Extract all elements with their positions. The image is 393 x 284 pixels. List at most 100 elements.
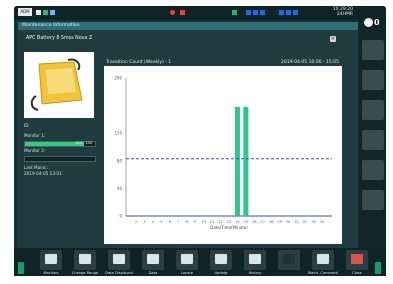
x-tick-label: 10 [201, 220, 205, 224]
locate-icon [181, 254, 193, 264]
bottom-button-label: Change Range [71, 271, 99, 275]
last-maint-value: 2019-04-05 13:01 [24, 171, 62, 176]
alarm-icon [180, 10, 185, 15]
clock: 10:29:20 24HMR [333, 7, 353, 17]
y-tick-label: 120 [114, 131, 122, 136]
x-tick-label: 2 [135, 220, 137, 224]
status-blue-2-icon [253, 10, 258, 15]
x-tick-label: 13 [227, 220, 231, 224]
close-icon [351, 254, 363, 264]
clock-sub: 24HMR [336, 12, 353, 17]
bottom-button-label: History [248, 271, 262, 275]
user-badge: ADM [18, 8, 32, 16]
status-green-icon [232, 10, 237, 15]
monitor1-label: Monitor 1: [24, 133, 46, 138]
bottom-button-6[interactable] [210, 250, 232, 270]
blank-icon [283, 254, 295, 264]
x-tick-label: 11 [210, 220, 214, 224]
side-button-6[interactable] [362, 190, 384, 210]
bottom-button-7[interactable] [244, 250, 266, 270]
history-icon [249, 254, 261, 264]
nav-right-button[interactable] [375, 262, 381, 274]
side-button-3[interactable] [362, 100, 384, 120]
x-tick-label: 16 [252, 220, 256, 224]
x-tick-label: 19 [278, 220, 282, 224]
machine-icon [45, 254, 57, 264]
battery-illustration [24, 52, 94, 118]
bottom-button-label: Data Displayed [105, 271, 133, 275]
status-blue-3-icon [260, 10, 265, 15]
window-titlebar: Maintenance Information [18, 22, 358, 30]
alarm-counter-button[interactable]: 0 [362, 16, 388, 34]
x-tick-label: 17 [261, 220, 265, 224]
side-button-4[interactable] [362, 130, 384, 150]
item-label: ID [24, 123, 29, 128]
side-button-5[interactable] [362, 160, 384, 180]
bottom-button-5[interactable] [176, 250, 198, 270]
chart-time-range: 2019-04-05 10:00 - 15:05 [281, 60, 340, 65]
x-tick-label: 24 [320, 220, 324, 224]
x-tick-label: 6 [169, 220, 171, 224]
bottom-button-label: Maint. Comment [308, 271, 338, 275]
monitor1-value: 100 / 100 [75, 141, 93, 145]
bottom-button-10[interactable] [346, 250, 368, 270]
chart-title: Transition Count (Weekly) - 1 [106, 60, 172, 65]
bottom-button-label: Machine [43, 271, 59, 275]
alarm-count: 0 [374, 18, 380, 27]
x-tick-label: 12 [218, 220, 222, 224]
x-tick-label: 4 [152, 220, 154, 224]
side-button-1[interactable] [362, 40, 384, 60]
y-tick-label: 40 [117, 186, 123, 191]
bottom-button-label: Data [148, 271, 158, 275]
bottom-button-label: Close [352, 271, 362, 275]
x-tick-label: 8 [186, 220, 188, 224]
bars-chart-icon [79, 254, 91, 264]
bottom-button-label: Locate [181, 271, 193, 275]
status-blue-6-icon [293, 10, 298, 15]
transition-count-chart: 040801202002 3 4 5 6 7 8 9 10 11 12 13 14 15 16 17 18 19 2… [114, 76, 332, 230]
y-tick-label: 200 [114, 76, 122, 81]
bottom-button-2[interactable] [74, 250, 96, 270]
bottom-button-8[interactable] [278, 250, 300, 270]
bottom-button-4[interactable] [142, 250, 164, 270]
bottom-button-3[interactable] [108, 250, 130, 270]
warning-icon [170, 10, 175, 15]
data-display-icon [113, 254, 125, 264]
blue-square-icon [50, 10, 55, 15]
monitor2-bar [24, 156, 96, 162]
x-tick-label: 14 [235, 220, 239, 224]
chart-bar [243, 106, 249, 216]
x-tick-label: 21 [294, 220, 298, 224]
update-icon [215, 254, 227, 264]
green-square-icon [43, 10, 48, 15]
status-blue-5-icon [286, 10, 291, 15]
monitor2-label: Monitor 2: [24, 148, 46, 153]
nav-left-button[interactable] [18, 262, 24, 274]
y-tick-label: 0 [119, 214, 122, 219]
x-tick-label: 3 [143, 220, 145, 224]
x-tick-label: 22 [303, 220, 307, 224]
panel-close-button[interactable]: × [330, 36, 336, 42]
x-tick-label: 5 [160, 220, 162, 224]
side-button-2[interactable] [362, 70, 384, 90]
x-tick-label: 15 [244, 220, 248, 224]
x-tick-label: 7 [177, 220, 179, 224]
bottom-button-label: Update [214, 271, 228, 275]
info-icon [364, 18, 373, 27]
chart-area: 0 40 80 120 200 2 3 4 5 6 7 8 9 10 11 12 13 14 15 16 17 18 19 2… [104, 66, 342, 244]
monitor1-bar: 100 / 100 [24, 141, 96, 147]
x-tick-label: 9 [194, 220, 196, 224]
battery-image [24, 52, 94, 118]
status-bar [14, 6, 386, 20]
status-blue-1-icon [246, 10, 251, 15]
x-axis-label: Date/Time(Minute) [210, 225, 248, 230]
y-tick-label: 80 [117, 158, 123, 163]
white-square-icon [36, 10, 41, 15]
chart-bar [234, 106, 240, 216]
bottom-button-1[interactable] [40, 250, 62, 270]
data-icon [147, 254, 159, 264]
x-tick-label: 23 [311, 220, 315, 224]
x-tick-label: 18 [269, 220, 273, 224]
status-blue-4-icon [279, 10, 284, 15]
bottom-button-9[interactable] [312, 250, 334, 270]
